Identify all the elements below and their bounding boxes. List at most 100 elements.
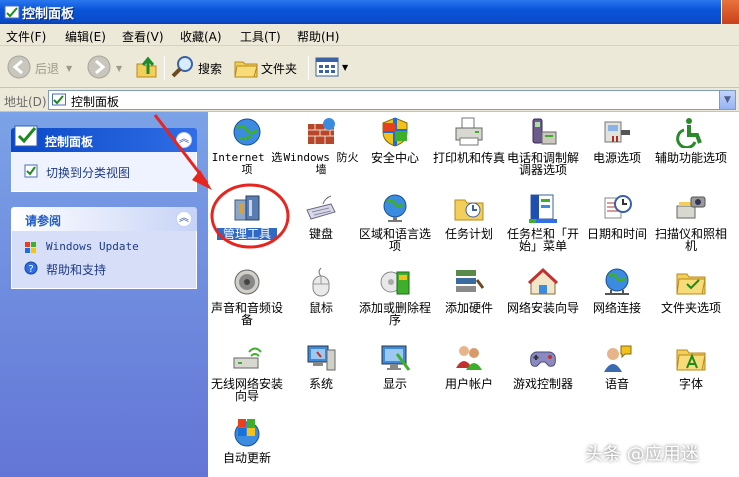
item-mouse[interactable]: 鼠标 — [282, 262, 360, 336]
item-label: 自动更新 — [222, 451, 271, 465]
collapse-chevron-icon[interactable]: ︽ — [176, 132, 192, 148]
address-dropdown-button[interactable]: ▼ — [719, 91, 735, 109]
control-panel-icon — [52, 93, 66, 106]
back-button[interactable]: 后退 — [6, 54, 66, 82]
wireless-icon — [233, 347, 262, 369]
title-bar: 控制面板 — [0, 0, 739, 24]
item-label: 系统 — [308, 377, 333, 391]
panel-header[interactable]: 请参阅 ︽ — [11, 207, 197, 231]
item-label: 网络安装向导 — [506, 301, 579, 315]
item-label: 辅助功能选项 — [654, 151, 727, 165]
menu-view[interactable]: 查看(V) — [122, 28, 164, 45]
hardware-icon — [456, 270, 485, 292]
svg-text:?: ? — [28, 264, 33, 275]
system-icon — [307, 345, 336, 371]
item-game-controllers[interactable]: 游戏控制器 — [504, 338, 582, 412]
region-globe-icon — [383, 194, 407, 222]
shield-icon — [382, 117, 408, 147]
folders-button[interactable]: 文件夹 — [233, 54, 303, 82]
item-label: 用户帐户 — [444, 377, 493, 391]
forward-button[interactable]: ▼ — [86, 54, 126, 82]
item-scanners-cameras[interactable]: 扫描仪和照相机 — [652, 188, 730, 262]
admin-tools-icon — [234, 195, 260, 221]
item-label: 添加硬件 — [444, 301, 493, 315]
menu-tools[interactable]: 工具(T) — [240, 28, 281, 45]
folders-icon — [234, 61, 258, 78]
control-panel-panel: 控制面板 ︽ 切换到分类视图 — [11, 125, 197, 192]
menu-bar: 文件(F) 编辑(E) 查看(V) 收藏(A) 工具(T) 帮助(H) — [0, 24, 739, 46]
item-label: 鼠标 — [308, 301, 333, 315]
views-icon — [315, 57, 339, 77]
see-also-panel: 请参阅 ︽ Windows Update ? 帮助和支持 — [11, 207, 197, 289]
item-security-center[interactable]: 安全中心 — [356, 112, 434, 186]
item-sound-audio[interactable]: 声音和音频设备 — [208, 262, 286, 336]
item-keyboard[interactable]: 键盘 — [282, 188, 360, 262]
item-power-options[interactable]: 电源选项 — [578, 112, 656, 186]
panel-title: 请参阅 — [25, 214, 62, 228]
phone-icon — [532, 118, 557, 145]
item-taskbar-start-menu[interactable]: 任务栏和「开始」菜单 — [504, 188, 582, 262]
network-house-icon — [527, 267, 559, 295]
item-internet-options[interactable]: Internet 选项 — [208, 112, 286, 186]
link-label: Windows Update — [46, 240, 139, 253]
item-label: 声音和音频设备 — [210, 301, 283, 327]
item-accessibility[interactable]: 辅助功能选项 — [652, 112, 730, 186]
item-add-hardware[interactable]: 添加硬件 — [430, 262, 508, 336]
back-arrow-icon — [7, 55, 31, 79]
gamepad-icon — [530, 351, 556, 367]
mouse-icon — [312, 267, 330, 297]
views-button[interactable]: ▼ — [314, 54, 350, 82]
menu-edit[interactable]: 编辑(E) — [65, 28, 106, 45]
control-panel-icon — [14, 125, 38, 147]
folder-options-icon — [676, 273, 706, 295]
back-dropdown-icon[interactable]: ▼ — [66, 64, 72, 73]
item-label: 管理工具 — [216, 227, 278, 241]
item-network-setup-wizard[interactable]: 网络安装向导 — [504, 262, 582, 336]
item-label: 键盘 — [308, 227, 333, 241]
item-date-time[interactable]: 日期和时间 — [578, 188, 656, 262]
icon-grid: Internet 选项 Windows 防火墙 安全中心 打印机和传真 电话和调… — [208, 112, 739, 477]
item-user-accounts[interactable]: 用户帐户 — [430, 338, 508, 412]
item-label: 区域和语言选项 — [358, 227, 431, 253]
search-label: 搜索 — [198, 62, 223, 76]
windows-logo-icon — [25, 242, 36, 253]
item-admin-tools[interactable]: 管理工具 — [208, 188, 286, 262]
item-label: 任务计划 — [444, 227, 493, 241]
firewall-icon — [308, 118, 335, 144]
panel-body: 切换到分类视图 — [11, 152, 197, 192]
printer-icon — [455, 117, 483, 146]
item-fonts[interactable]: 字体 — [652, 338, 730, 412]
display-icon — [381, 345, 411, 371]
address-input[interactable]: 控制面板 ▼ — [48, 90, 736, 110]
menu-favorites[interactable]: 收藏(A) — [180, 28, 222, 45]
scanner-icon — [676, 196, 706, 219]
forward-dropdown-icon: ▼ — [116, 64, 123, 73]
address-bar: 地址(D) 控制面板 ▼ — [0, 88, 739, 112]
users-icon — [456, 346, 482, 370]
item-scheduled-tasks[interactable]: 任务计划 — [430, 188, 508, 262]
search-button[interactable]: 搜索 — [170, 54, 226, 82]
item-region-language[interactable]: 区域和语言选项 — [356, 188, 434, 262]
help-icon: ? — [24, 261, 38, 275]
item-phone-modem[interactable]: 电话和调制解调器选项 — [504, 112, 582, 186]
menu-file[interactable]: 文件(F) — [6, 28, 46, 45]
item-folder-options[interactable]: 文件夹选项 — [652, 262, 730, 336]
close-button[interactable] — [721, 0, 739, 24]
up-folder-button[interactable] — [134, 54, 160, 82]
item-add-remove-programs[interactable]: 添加或删除程序 — [356, 262, 434, 336]
item-system[interactable]: 系统 — [282, 338, 360, 412]
item-label: 无线网络安装向导 — [210, 377, 283, 403]
item-printers-faxes[interactable]: 打印机和传真 — [430, 112, 508, 186]
item-display[interactable]: 显示 — [356, 338, 434, 412]
item-windows-firewall[interactable]: Windows 防火墙 — [282, 112, 360, 186]
item-wireless-setup-wizard[interactable]: 无线网络安装向导 — [208, 338, 286, 412]
panel-header[interactable]: 控制面板 ︽ — [11, 125, 197, 152]
collapse-chevron-icon[interactable]: ︽ — [176, 211, 192, 227]
item-label: 文件夹选项 — [660, 301, 721, 315]
item-network-connections[interactable]: 网络连接 — [578, 262, 656, 336]
item-automatic-updates[interactable]: 自动更新 — [208, 412, 286, 477]
menu-help[interactable]: 帮助(H) — [297, 28, 339, 45]
item-label: 语音 — [604, 377, 629, 391]
globe-icon — [233, 118, 261, 146]
item-speech[interactable]: 语音 — [578, 338, 656, 412]
